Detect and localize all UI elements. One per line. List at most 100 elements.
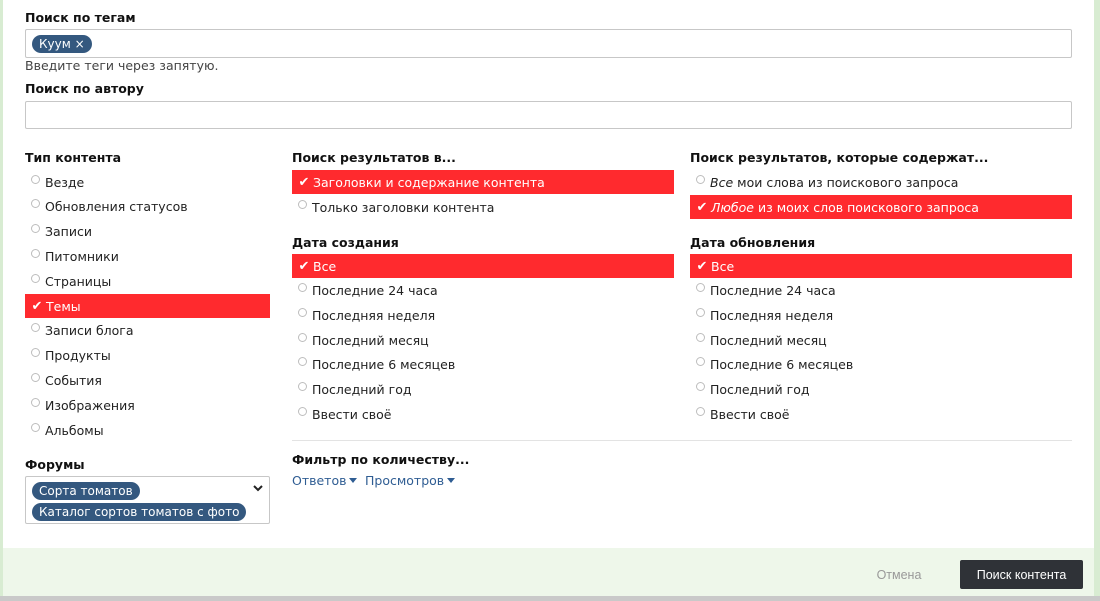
chevron-down-icon xyxy=(253,485,263,492)
option-label: Последний месяц xyxy=(312,332,429,348)
updated-option[interactable]: Последние 24 часа xyxy=(690,279,1072,303)
option-label: Темы xyxy=(46,298,81,314)
option-label: Ввести своё xyxy=(710,406,790,422)
content-type-option[interactable]: События xyxy=(25,368,270,392)
frame-left xyxy=(0,0,3,601)
option-label: Все xyxy=(711,258,735,274)
forum-chip[interactable]: Сорта томатов xyxy=(32,482,140,500)
content-type-option[interactable]: Продукты xyxy=(25,344,270,368)
content-type-label: Тип контента xyxy=(25,150,122,165)
created-option[interactable]: ✔ Все xyxy=(292,254,674,278)
option-label: Ввести своё xyxy=(312,406,392,422)
cancel-button[interactable]: Отмена xyxy=(866,562,932,588)
checkmark-icon: ✔ xyxy=(696,258,708,274)
radio-icon xyxy=(298,382,307,391)
checkmark-icon: ✔ xyxy=(696,199,708,215)
forum-chip[interactable]: Каталог сортов томатов с фото xyxy=(32,503,247,521)
option-label: Последняя неделя xyxy=(710,307,834,323)
search-in-label: Поиск результатов в... xyxy=(292,150,456,165)
content-type-option[interactable]: Записи xyxy=(25,220,270,244)
tags-input[interactable]: Куум × xyxy=(25,29,1072,58)
contains-option[interactable]: ✔ Любое из моих слов поискового запроса xyxy=(690,195,1072,219)
answers-dropdown-label: Ответов xyxy=(292,473,347,488)
content-type-option[interactable]: Везде xyxy=(25,170,270,194)
content-type-option[interactable]: Обновления статусов xyxy=(25,195,270,219)
option-label: из моих слов поискового запроса xyxy=(757,199,979,215)
option-label: Последние 6 месяцев xyxy=(710,357,854,373)
search-in-option[interactable]: Только заголовки контента xyxy=(292,195,674,219)
updated-option[interactable]: Последний год xyxy=(690,378,1072,402)
author-input[interactable] xyxy=(25,101,1072,129)
content-type-option[interactable]: ✔ Темы xyxy=(25,294,270,318)
content-type-option[interactable]: Записи блога xyxy=(25,319,270,343)
updated-label: Дата обновления xyxy=(690,235,816,250)
checkmark-icon: ✔ xyxy=(31,298,43,314)
created-option[interactable]: Последний год xyxy=(292,378,674,402)
radio-icon xyxy=(31,224,40,234)
radio-icon xyxy=(298,199,307,209)
created-option[interactable]: Последние 24 часа xyxy=(292,279,674,303)
radio-icon xyxy=(696,406,705,416)
option-label: События xyxy=(45,372,102,388)
content-type-option[interactable]: Питомники xyxy=(25,244,270,268)
views-dropdown[interactable]: Просмотров xyxy=(365,473,456,488)
created-label: Дата создания xyxy=(292,235,399,250)
option-label: мои слова из поискового запроса xyxy=(737,174,959,190)
radio-icon xyxy=(31,273,40,283)
radio-icon xyxy=(696,332,705,342)
updated-option[interactable]: Последний месяц xyxy=(690,328,1072,352)
checkmark-icon: ✔ xyxy=(298,258,310,274)
created-option[interactable]: Последняя неделя xyxy=(292,303,674,327)
updated-option[interactable]: Последние 6 месяцев xyxy=(690,353,1072,377)
radio-icon xyxy=(31,199,40,209)
search-content-button[interactable]: Поиск контента xyxy=(960,560,1083,589)
option-label: Продукты xyxy=(45,348,111,364)
content-type-option[interactable]: Страницы xyxy=(25,269,270,293)
caret-down-icon xyxy=(447,478,456,483)
option-label: Последние 24 часа xyxy=(312,283,438,299)
frame-bottom xyxy=(0,596,1100,601)
option-label: Заголовки и содержание контента xyxy=(313,174,545,190)
updated-option[interactable]: Ввести своё xyxy=(690,402,1072,426)
tags-hint: Введите теги через запятую. xyxy=(25,58,219,73)
radio-icon xyxy=(696,174,705,184)
contains-label: Поиск результатов, которые содержат... xyxy=(690,150,989,165)
created-option[interactable]: Последние 6 месяцев xyxy=(292,353,674,377)
radio-icon xyxy=(31,174,40,184)
updated-option[interactable]: ✔ Все xyxy=(690,254,1072,278)
radio-icon xyxy=(696,307,705,317)
radio-icon xyxy=(696,283,705,293)
radio-icon xyxy=(298,357,307,367)
option-label: Последние 6 месяцев xyxy=(312,357,456,373)
updated-option[interactable]: Последняя неделя xyxy=(690,303,1072,327)
forums-label: Форумы xyxy=(25,457,85,472)
author-label: Поиск по автору xyxy=(25,81,144,96)
option-label: Изображения xyxy=(45,397,135,413)
content-type-option[interactable]: Изображения xyxy=(25,393,270,417)
forums-select[interactable]: Сорта томатов Каталог сортов томатов с ф… xyxy=(25,476,270,524)
option-label: Везде xyxy=(45,174,85,190)
tag-chip[interactable]: Куум × xyxy=(32,35,92,53)
radio-icon xyxy=(31,422,40,432)
created-option[interactable]: Последний месяц xyxy=(292,328,674,352)
answers-dropdown[interactable]: Ответов xyxy=(292,473,358,488)
option-emphasis: Все xyxy=(710,174,734,190)
checkmark-icon: ✔ xyxy=(298,174,310,190)
search-in-option[interactable]: ✔ Заголовки и содержание контента xyxy=(292,170,674,194)
radio-icon xyxy=(31,348,40,358)
radio-icon xyxy=(31,397,40,407)
divider xyxy=(292,440,1072,441)
tags-label: Поиск по тегам xyxy=(25,10,136,25)
radio-icon xyxy=(298,406,307,416)
content-type-option[interactable]: Альбомы xyxy=(25,418,270,442)
option-label: Только заголовки контента xyxy=(312,199,495,215)
option-emphasis: Любое xyxy=(711,199,754,215)
views-dropdown-label: Просмотров xyxy=(365,473,445,488)
option-label: Все xyxy=(313,258,337,274)
option-label: Последняя неделя xyxy=(312,307,436,323)
radio-icon xyxy=(31,372,40,382)
option-label: Записи xyxy=(45,224,92,240)
caret-down-icon xyxy=(349,478,358,483)
contains-option[interactable]: Все мои слова из поискового запроса xyxy=(690,170,1072,194)
created-option[interactable]: Ввести своё xyxy=(292,402,674,426)
